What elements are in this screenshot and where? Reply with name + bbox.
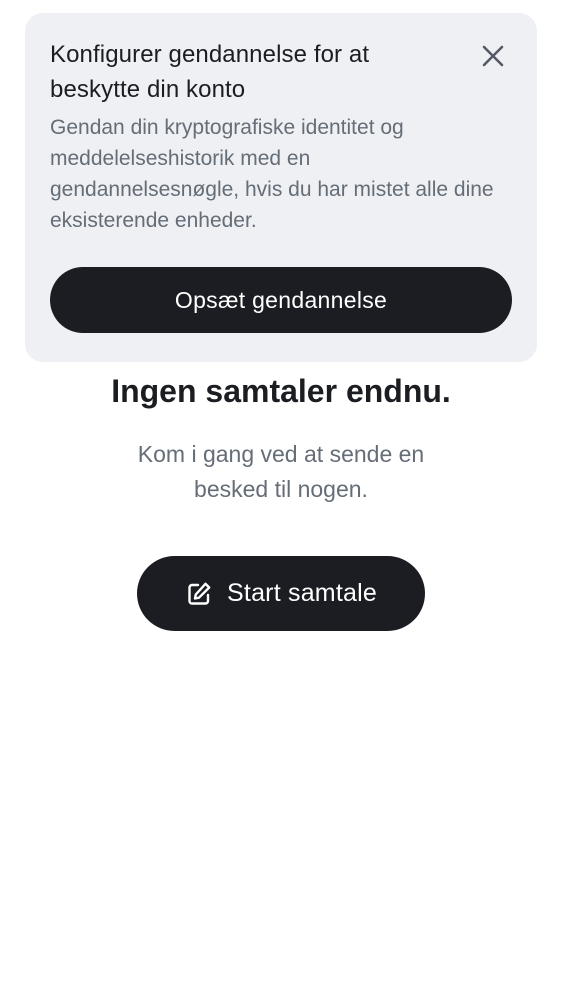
recovery-banner: Konfigurer gendannelse for at beskytte d… [25,13,537,362]
banner-description: Gendan din kryptografiske identitet og m… [50,116,494,232]
empty-state-title: Ingen samtaler endnu. [111,373,451,409]
empty-state-description: Kom i gang ved at sende en besked til no… [137,441,425,502]
start-conversation-label: Start samtale [227,579,377,607]
compose-icon [185,580,213,608]
setup-recovery-button[interactable]: Opsæt gendannelse [50,267,512,333]
close-icon [482,45,504,67]
banner-title: Konfigurer gendannelse for at beskytte d… [50,41,370,103]
start-conversation-button[interactable]: Start samtale [137,556,425,631]
banner-close-button[interactable] [477,40,509,72]
